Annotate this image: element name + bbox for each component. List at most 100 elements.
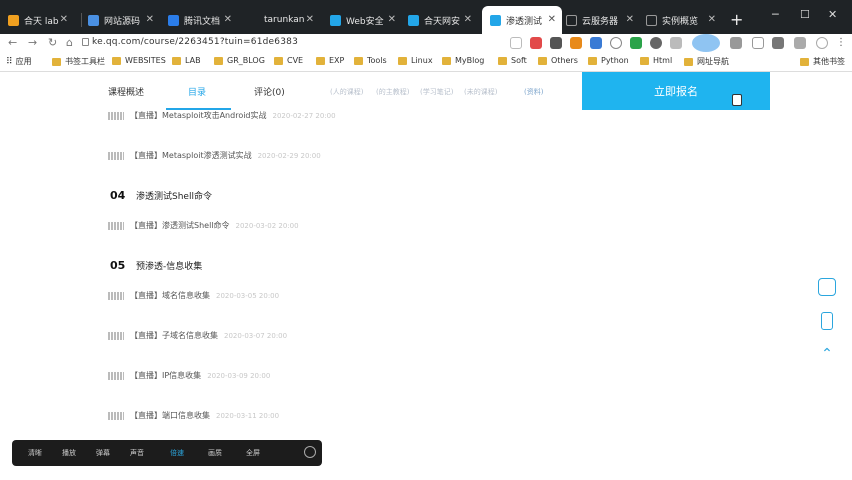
lesson-row[interactable]: 【直播】子域名信息收集 2020-03-07 20:00 xyxy=(108,330,287,341)
tab-catalog[interactable]: 目录 xyxy=(188,85,206,98)
lesson-row[interactable]: 【直播】域名信息收集 2020-03-05 20:00 xyxy=(108,290,279,301)
back-icon[interactable]: ← xyxy=(8,36,17,49)
bookmark-item[interactable]: 网址导航 xyxy=(684,56,729,67)
folder-icon xyxy=(172,56,181,65)
tab-label: 实例概览 xyxy=(662,16,699,27)
bookmark-label: GR_BLOG xyxy=(227,56,265,65)
tab-blurred[interactable]: (的主教程) xyxy=(376,87,409,97)
browser-tab[interactable]: 云服务器 ✕ xyxy=(566,8,640,32)
close-icon[interactable]: ✕ xyxy=(388,14,396,25)
bookmark-item[interactable]: Tools xyxy=(354,56,387,65)
extension-icon[interactable] xyxy=(670,37,682,49)
bookmark-item[interactable]: ⠿ 应用 xyxy=(6,56,32,67)
close-icon[interactable]: ✕ xyxy=(224,14,232,25)
tab-comments[interactable]: 评论(0) xyxy=(254,85,285,98)
extension-icon[interactable] xyxy=(510,37,522,49)
bookmark-item[interactable]: 其他书签 xyxy=(800,56,845,67)
control-fullscreen[interactable]: 全屏 xyxy=(246,448,260,458)
new-tab-button[interactable]: + xyxy=(730,10,743,29)
live-icon xyxy=(108,411,124,420)
tab-label: 网站源码 xyxy=(104,16,141,27)
lesson-row[interactable]: 【直播】Metasploit攻击Android实战 2020-02-27 20:… xyxy=(108,110,336,121)
tab-blurred[interactable]: (学习笔记) xyxy=(420,87,453,97)
tab-favicon-icon xyxy=(8,14,19,26)
extension-icon[interactable] xyxy=(610,37,622,49)
profile-icon[interactable] xyxy=(816,37,828,49)
minimize-icon[interactable]: ─ xyxy=(772,8,779,21)
url-field[interactable]: ke.qq.com/course/2263451?tuin=61de6383 xyxy=(92,37,298,47)
browser-tab[interactable]: Web安全 ✕ xyxy=(330,8,402,32)
menu-icon[interactable]: ⋮ xyxy=(836,37,846,49)
back-to-top-icon[interactable]: ⌃ xyxy=(818,346,836,364)
control-danmaku[interactable]: 弹幕 xyxy=(96,448,110,458)
tab-blurred[interactable]: (未的课程) xyxy=(464,87,497,97)
tab-materials[interactable]: (资料) xyxy=(524,87,543,97)
tab-blurred[interactable]: (人的课程) xyxy=(330,87,363,97)
bookmark-item[interactable]: Others xyxy=(538,56,578,65)
browser-tab[interactable]: tarunkan ✕ xyxy=(248,8,320,32)
bookmark-label: 书签工具栏 xyxy=(65,57,105,66)
bookmark-item[interactable]: 书签工具栏 xyxy=(52,56,105,67)
bookmark-item[interactable]: CVE xyxy=(274,56,303,65)
folder-icon xyxy=(498,56,507,65)
folder-icon xyxy=(588,56,597,65)
control-quality[interactable]: 清晰 xyxy=(28,448,42,458)
close-icon[interactable]: ✕ xyxy=(306,14,314,25)
phone-icon[interactable] xyxy=(821,312,833,330)
extension-icon[interactable] xyxy=(752,37,764,49)
power-icon[interactable] xyxy=(304,446,316,458)
extension-icon[interactable] xyxy=(692,34,720,52)
extension-icon[interactable] xyxy=(730,37,742,49)
folder-icon xyxy=(274,56,283,65)
lesson-time: 2020-03-09 20:00 xyxy=(207,371,271,380)
browser-tab-active[interactable]: 渗透测试 ✕ xyxy=(482,6,562,34)
bookmark-item[interactable]: Linux xyxy=(398,56,433,65)
close-icon[interactable]: ✕ xyxy=(146,14,154,25)
extension-icon[interactable] xyxy=(650,37,662,49)
browser-tab[interactable]: 实例概览 ✕ xyxy=(646,8,722,32)
browser-tab[interactable]: 腾讯文档 ✕ xyxy=(168,8,238,32)
extension-icon[interactable] xyxy=(794,37,806,49)
extension-icon[interactable] xyxy=(590,37,602,49)
close-icon[interactable]: ✕ xyxy=(464,14,472,25)
chat-icon[interactable] xyxy=(818,278,836,296)
control-volume[interactable]: 声音 xyxy=(130,448,144,458)
lesson-row[interactable]: 【直播】渗透测试Shell命令 2020-03-02 20:00 xyxy=(108,220,299,231)
browser-tab[interactable]: 网站源码 ✕ xyxy=(88,8,160,32)
forward-icon[interactable]: → xyxy=(28,36,37,49)
browser-tab[interactable]: 合天网安 ✕ xyxy=(408,8,478,32)
bookmark-item[interactable]: MyBlog xyxy=(442,56,484,65)
tab-course-overview[interactable]: 课程概述 xyxy=(108,85,144,98)
close-icon[interactable]: ✕ xyxy=(708,14,716,25)
reload-icon[interactable]: ↻ xyxy=(48,36,57,49)
lesson-row[interactable]: 【直播】端口信息收集 2020-03-11 20:00 xyxy=(108,410,279,421)
close-icon[interactable]: ✕ xyxy=(548,14,556,25)
folder-icon xyxy=(52,57,61,66)
extension-icon[interactable] xyxy=(570,37,582,49)
bookmark-item[interactable]: GR_BLOG xyxy=(214,56,265,65)
bookmark-item[interactable]: WEBSITES xyxy=(112,56,166,65)
control-speed[interactable]: 倍速 xyxy=(170,448,184,458)
chapter-heading: 05 预渗透-信息收集 xyxy=(110,259,202,272)
bookmark-item[interactable]: LAB xyxy=(172,56,201,65)
lesson-row[interactable]: 【直播】IP信息收集 2020-03-09 20:00 xyxy=(108,370,270,381)
control-play[interactable]: 播放 xyxy=(62,448,76,458)
home-icon[interactable]: ⌂ xyxy=(66,36,73,49)
extension-icon[interactable] xyxy=(530,37,542,49)
bookmark-item[interactable]: Html xyxy=(640,56,672,65)
browser-tab[interactable]: 合天 lab ✕ xyxy=(8,8,74,32)
close-window-icon[interactable]: ✕ xyxy=(828,8,837,21)
bookmark-item[interactable]: Soft xyxy=(498,56,527,65)
lesson-row[interactable]: 【直播】Metasploit渗透测试实战 2020-02-29 20:00 xyxy=(108,150,321,161)
lock-icon[interactable] xyxy=(82,38,89,46)
extension-icon[interactable] xyxy=(550,37,562,49)
extension-icon[interactable] xyxy=(772,37,784,49)
bookmark-item[interactable]: Python xyxy=(588,56,629,65)
live-icon xyxy=(108,111,124,120)
close-icon[interactable]: ✕ xyxy=(60,14,68,25)
close-icon[interactable]: ✕ xyxy=(626,14,634,25)
maximize-icon[interactable]: ☐ xyxy=(800,8,810,21)
extension-icon[interactable] xyxy=(630,37,642,49)
control-resolution[interactable]: 画质 xyxy=(208,448,222,458)
bookmark-item[interactable]: EXP xyxy=(316,56,344,65)
